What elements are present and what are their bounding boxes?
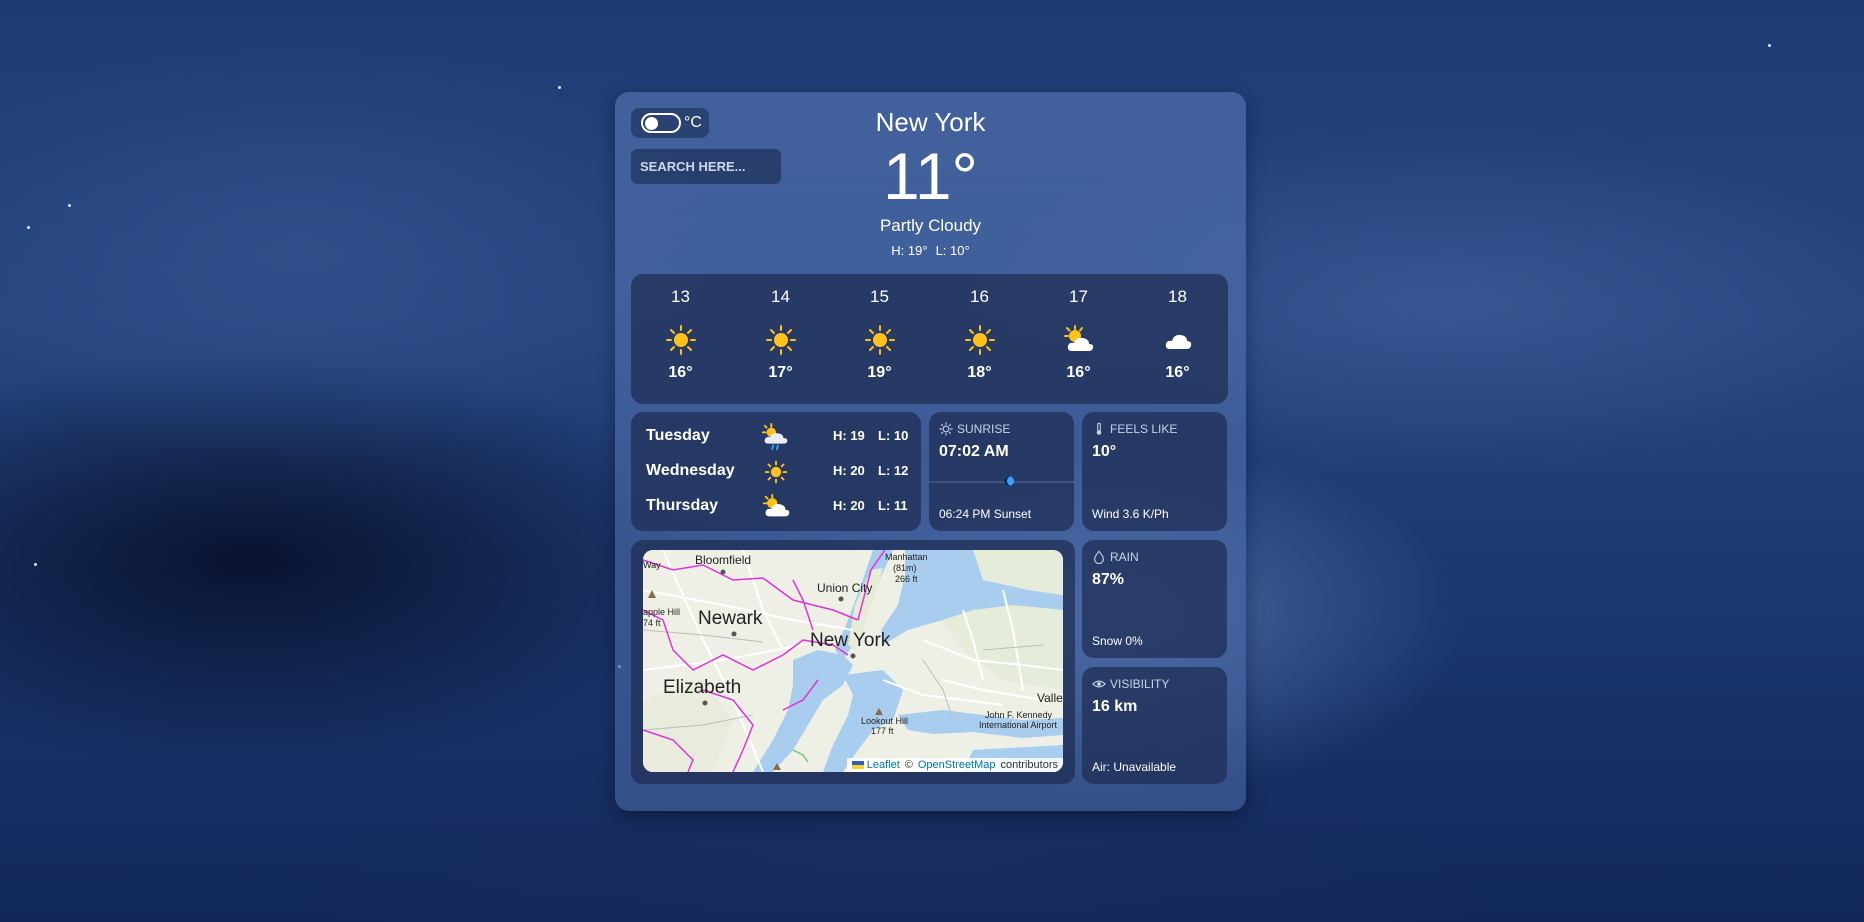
wind-speed: Wind 3.6 K/Ph — [1092, 507, 1169, 521]
copyright-symbol: © — [904, 759, 913, 771]
hour-temp: 16° — [1165, 364, 1190, 381]
today-high-low: H: 19° L: 10° — [615, 243, 1246, 258]
hour-label: 14 — [771, 287, 790, 306]
sun-icon — [766, 325, 796, 355]
map-label-valley: Valle — [1037, 691, 1063, 705]
droplet-icon — [1094, 550, 1104, 564]
snow-value: Snow 0% — [1092, 634, 1143, 648]
current-temperature: 11° — [883, 139, 978, 213]
map-label-manhattan-elevation: (81m) — [893, 563, 917, 573]
star — [1768, 44, 1771, 47]
weather-card: °C New York 11° Partly Cloudy H: 19°L: 1… — [615, 92, 1246, 811]
feels-like-title: FEELS LIKE — [1092, 422, 1177, 436]
eye-icon — [1092, 680, 1106, 688]
hourly-forecast: 13 16° 14 17° 15 19° 16 18° 17 16° 18 16… — [631, 274, 1228, 404]
star — [68, 204, 71, 207]
map-label-apple-hill: apple Hill — [643, 607, 681, 617]
city-name: New York — [875, 107, 986, 137]
thermometer-icon — [1096, 422, 1102, 435]
sun-track — [929, 481, 1074, 483]
daily-row: Wednesday H: 20 L: 12 — [631, 457, 921, 487]
map-panel: Bloomfield Way Manhattan (81m) 266 ft Un… — [631, 540, 1075, 784]
hour-label: 13 — [671, 287, 690, 306]
leaflet-link[interactable]: Leaflet — [851, 759, 900, 771]
map[interactable]: Bloomfield Way Manhattan (81m) 266 ft Un… — [643, 550, 1063, 772]
day-low: L: 10 — [878, 428, 909, 443]
sunrise-tile: SUNRISE 07:02 AM 06:24 PM Sunset — [929, 412, 1074, 531]
hour-label: 17 — [1069, 287, 1088, 306]
map-label-elizabeth: Elizabeth — [663, 677, 742, 698]
today-low: L: 10° — [935, 243, 970, 258]
visibility-tile: VISIBILITY 16 km Air: Unavailable — [1082, 667, 1227, 784]
hour-label: 15 — [870, 287, 889, 306]
day-low: L: 12 — [878, 463, 909, 478]
rain-value: 87% — [1092, 571, 1125, 588]
sunrise-title: SUNRISE — [939, 422, 1010, 436]
rain-title: RAIN — [1092, 550, 1139, 564]
daily-row: Tuesday H: 19 L: 10 — [631, 422, 921, 452]
map-label-union-city: Union City — [817, 581, 873, 595]
rain-cloud-sun-icon — [761, 422, 788, 451]
map-label-apple-hill-feet: 74 ft — [643, 618, 661, 628]
sun-icon — [666, 325, 696, 355]
sun-icon — [764, 460, 788, 484]
partly-cloudy-icon — [1064, 325, 1094, 351]
day-high: H: 20 — [833, 463, 865, 478]
leaflet-link-text[interactable]: Leaflet — [867, 759, 900, 771]
map-label-new-york: New York — [810, 630, 891, 651]
current-condition: Partly Cloudy — [879, 216, 982, 235]
sunset-time: 06:24 PM Sunset — [939, 507, 1032, 521]
feels-like-tile: FEELS LIKE 10° Wind 3.6 K/Ph — [1082, 412, 1227, 531]
sun-position-indicator — [1004, 476, 1014, 486]
sunrise-title-text: SUNRISE — [957, 422, 1011, 436]
day-name: Tuesday — [646, 427, 710, 444]
sun-icon — [865, 325, 895, 355]
map-label-bloomfield: Bloomfield — [695, 553, 752, 567]
hour-temp: 16° — [1066, 364, 1091, 381]
map-label-newark: Newark — [698, 608, 763, 629]
star — [558, 86, 561, 89]
daily-forecast: Tuesday H: 19 L: 10 Wednesday H: 20 L: 1… — [631, 412, 921, 531]
sun-icon — [965, 325, 995, 355]
map-label-manhattan: Manhattan — [885, 552, 928, 562]
hour-label: 18 — [1168, 287, 1187, 306]
map-label-way: Way — [643, 560, 661, 570]
rain-tile: RAIN 87% Snow 0% — [1082, 540, 1227, 658]
day-name: Wednesday — [646, 462, 735, 479]
openstreetmap-link[interactable]: OpenStreetMap — [918, 759, 996, 771]
map-label-lookout-hill: Lookout Hill — [861, 716, 909, 726]
today-high: H: 19° — [891, 243, 928, 258]
daily-row: Thursday H: 20 L: 11 — [631, 492, 921, 522]
visibility-title-text: VISIBILITY — [1110, 677, 1170, 691]
day-high: H: 19 — [833, 428, 865, 443]
hour-temp: 16° — [668, 364, 693, 381]
partly-cloudy-icon — [762, 493, 790, 517]
visibility-value: 16 km — [1092, 698, 1138, 715]
day-low: L: 11 — [878, 498, 908, 513]
ukraine-flag-icon — [851, 761, 864, 770]
day-high: H: 20 — [833, 498, 865, 513]
air-quality: Air: Unavailable — [1092, 760, 1177, 774]
star — [27, 226, 30, 229]
visibility-title: VISIBILITY — [1092, 677, 1169, 691]
map-label-manhattan-feet: 266 ft — [895, 574, 918, 584]
feels-like-value: 10° — [1092, 443, 1117, 460]
sun-outline-icon — [939, 422, 953, 436]
map-attribution: Leaflet © OpenStreetMap contributors — [846, 758, 1063, 772]
contributors-text: contributors — [1000, 759, 1058, 771]
rain-title-text: RAIN — [1110, 550, 1139, 564]
hour-label: 16 — [970, 287, 989, 306]
hour-temp: 17° — [768, 364, 793, 381]
map-label-jfk-line1: John F. Kennedy — [985, 710, 1053, 720]
sunrise-time: 07:02 AM — [939, 443, 1009, 460]
hour-temp: 19° — [867, 364, 892, 381]
map-label-jfk-line2: International Airport — [979, 720, 1058, 730]
day-name: Thursday — [646, 497, 719, 514]
cloud-icon — [1165, 334, 1192, 349]
hour-temp: 18° — [967, 364, 992, 381]
feels-like-title-text: FEELS LIKE — [1110, 422, 1178, 436]
star — [34, 563, 37, 566]
map-label-lookout-hill-feet: 177 ft — [871, 726, 894, 736]
